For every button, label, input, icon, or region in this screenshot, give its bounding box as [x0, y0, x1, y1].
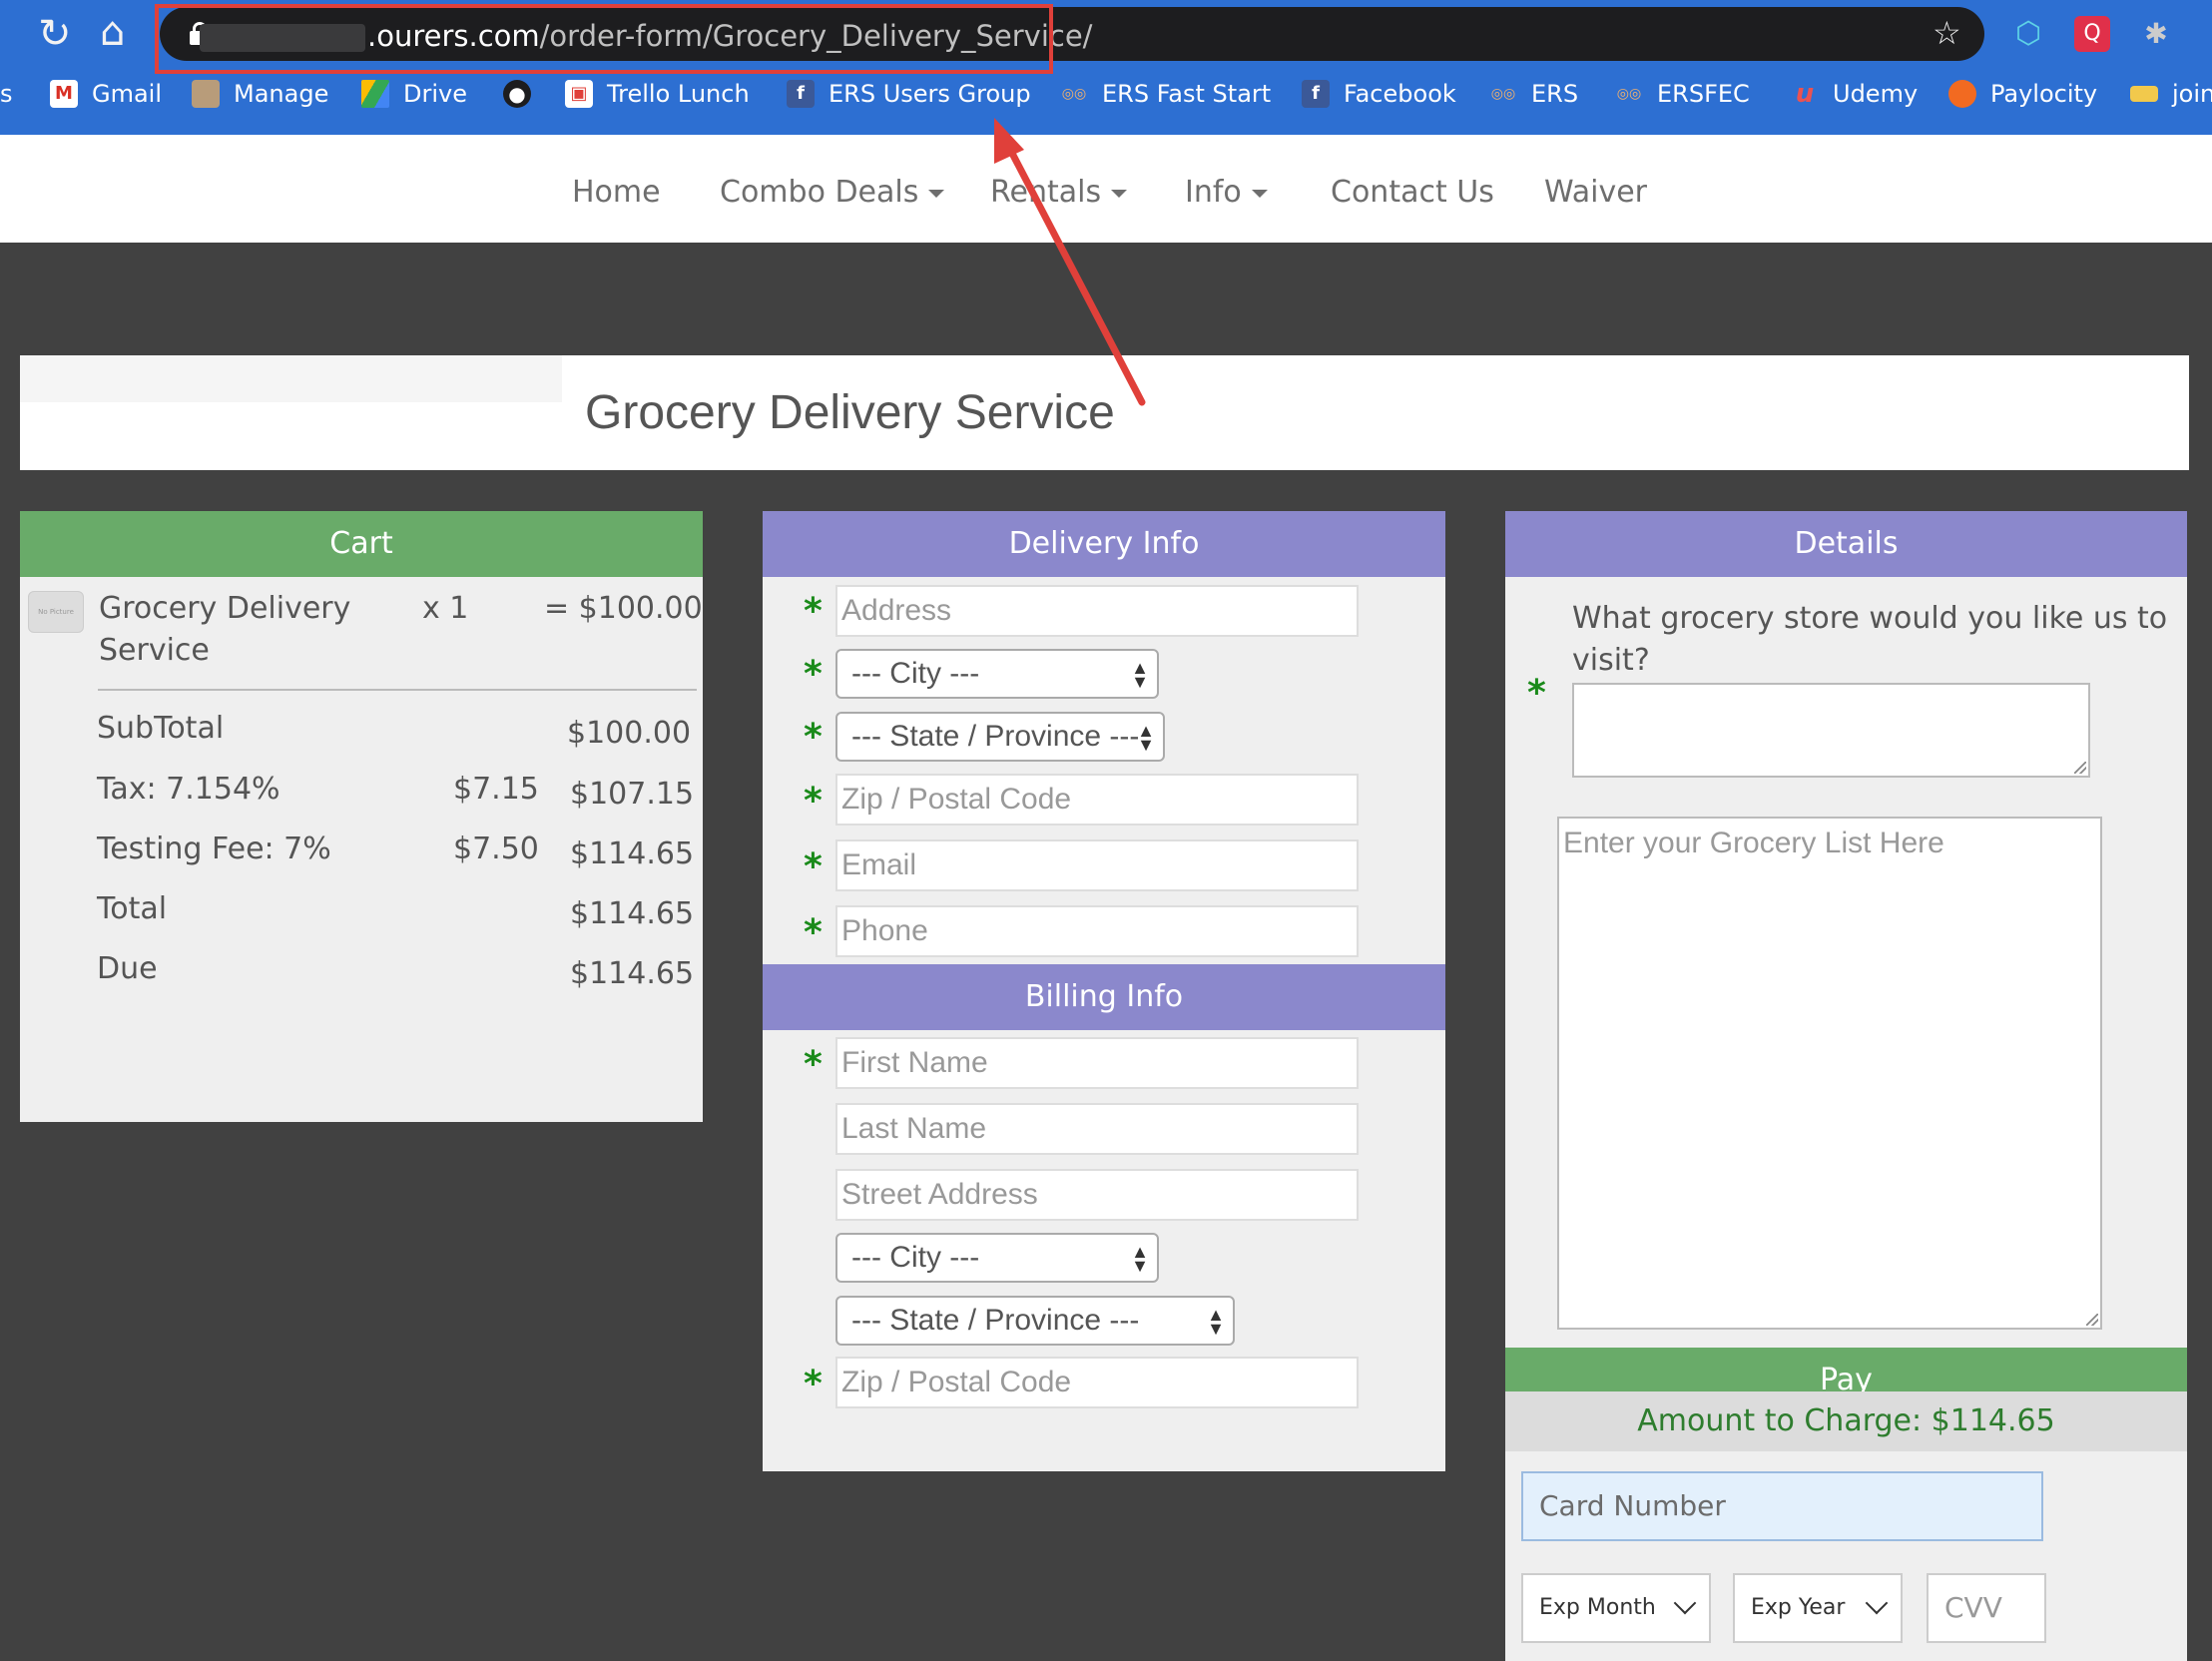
annotation-arrow [994, 118, 1146, 406]
arrow-head [994, 118, 1024, 164]
arrow-shaft [1002, 138, 1146, 406]
